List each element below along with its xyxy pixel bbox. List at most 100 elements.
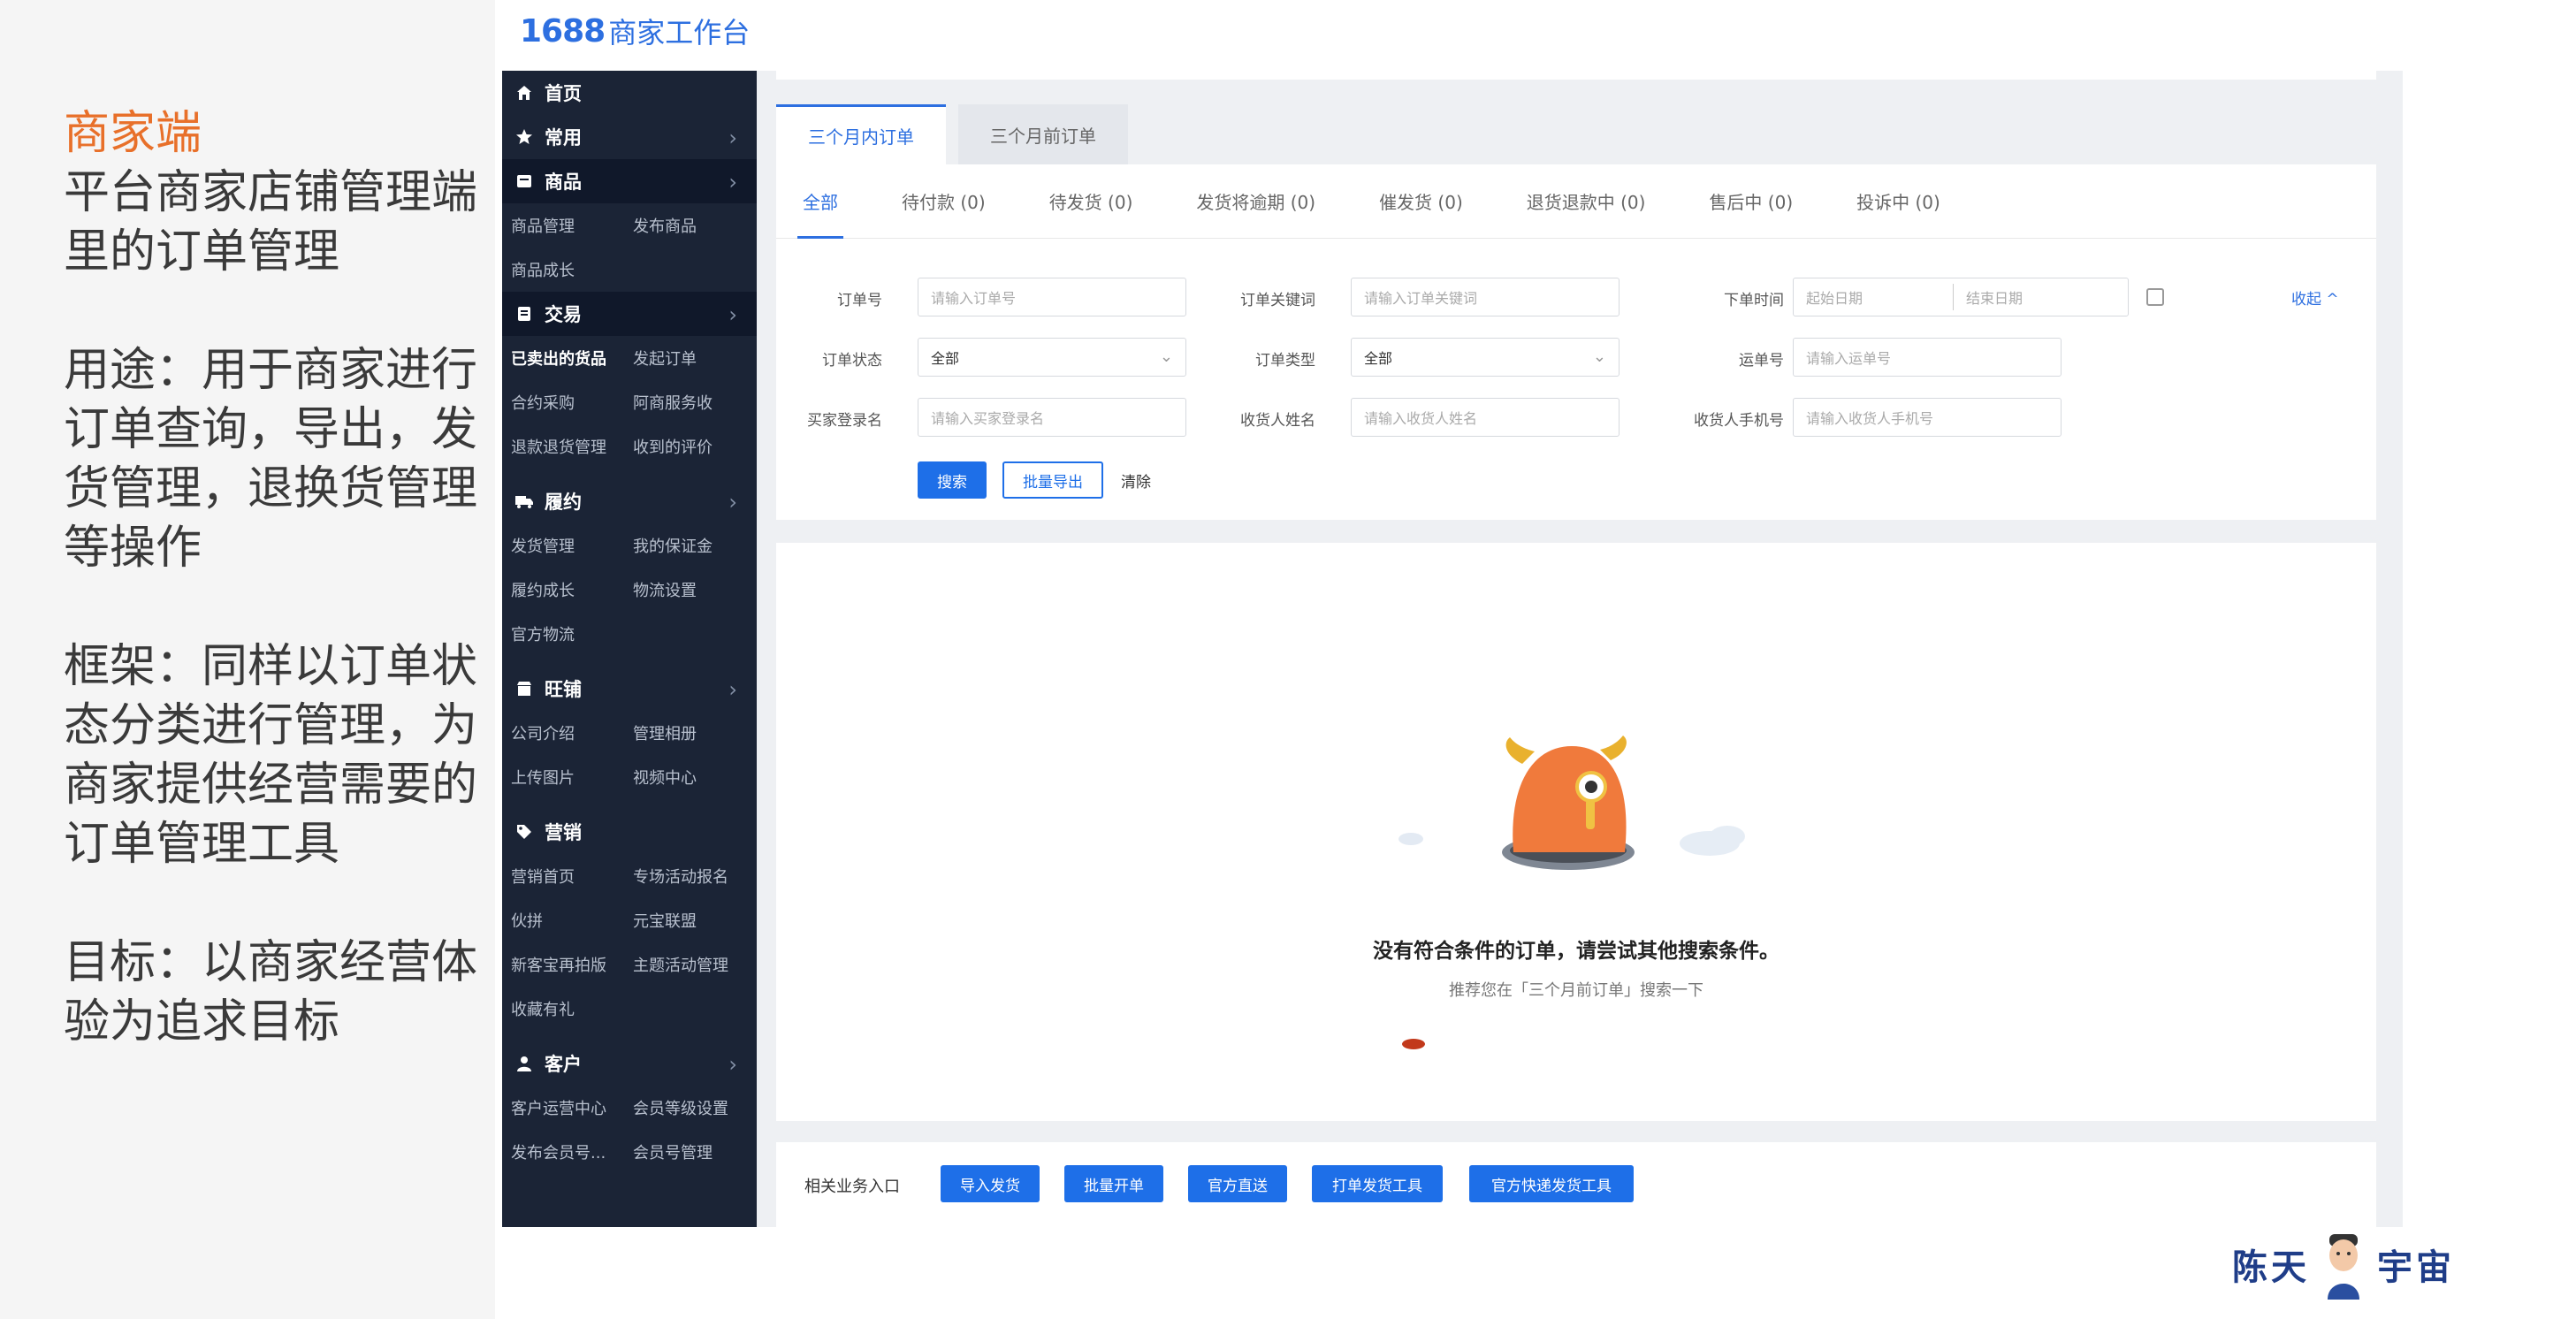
sidebar: 首页 常用 › 商品 › 商品管理 发布商品 商品成长 交易 › 已卖出的货品 … — [502, 71, 757, 1227]
express-ship-tool-button[interactable]: 官方快递发货工具 — [1469, 1165, 1634, 1202]
tab-recent-orders[interactable]: 三个月内订单 — [776, 104, 946, 164]
order-period-tabs: 三个月内订单 三个月前订单 — [776, 101, 2376, 164]
sidebar-link[interactable]: 管理相册 — [633, 721, 755, 744]
sidebar-link[interactable]: 伙拼 — [511, 909, 633, 932]
buyer-input[interactable]: 请输入买家登录名 — [918, 398, 1186, 437]
waybill-input[interactable]: 请输入运单号 — [1793, 338, 2062, 377]
sidebar-item-trade[interactable]: 交易 › — [502, 292, 757, 336]
sidebar-link[interactable]: 合约采购 — [511, 391, 633, 414]
slide-usage: 用途：用于商家进行订单查询，导出，发货管理，退换货管理等操作 — [64, 344, 478, 575]
status-tabs: 全部 待付款 (0) 待发货 (0) 发货将逾期 (0) 催发货 (0) 退货退… — [776, 164, 2376, 239]
chevron-down-icon: ⌄ — [1592, 347, 1606, 366]
slide-goal: 目标：以商家经营体验为追求目标 — [64, 936, 478, 1048]
chevron-down-icon: ⌄ — [1159, 347, 1173, 366]
tab-older-orders[interactable]: 三个月前订单 — [958, 104, 1128, 164]
chevron-right-icon: › — [728, 1052, 737, 1077]
sidebar-link[interactable]: 退款退货管理 — [511, 435, 633, 458]
order-no-input[interactable]: 请输入订单号 — [918, 278, 1186, 316]
print-ship-tool-button[interactable]: 打单发货工具 — [1312, 1165, 1443, 1202]
sidebar-link[interactable]: 客户运营中心 — [511, 1096, 633, 1119]
clear-button[interactable]: 清除 — [1114, 461, 1158, 499]
sidebar-link[interactable]: 主题活动管理 — [633, 953, 755, 976]
tag-icon — [514, 822, 534, 842]
status-tab-pending-payment[interactable]: 待付款 (0) — [902, 164, 986, 239]
order-time-range[interactable]: 起始日期 结束日期 — [1793, 278, 2129, 316]
sidebar-label: 旺铺 — [545, 679, 582, 700]
status-select[interactable]: 全部 ⌄ — [918, 338, 1186, 377]
sidebar-link[interactable]: 收到的评价 — [633, 435, 755, 458]
product-icon — [514, 172, 534, 191]
sidebar-label: 营销 — [545, 822, 582, 843]
sidebar-link[interactable]: 营销首页 — [511, 865, 633, 888]
brand-name: 商家工作台 — [608, 16, 751, 50]
star-icon — [514, 127, 534, 147]
status-tab-shipment-overdue[interactable]: 发货将逾期 (0) — [1196, 164, 1315, 239]
type-select-value: 全部 — [1364, 350, 1393, 367]
type-select[interactable]: 全部 ⌄ — [1351, 338, 1620, 377]
status-tab-aftersale[interactable]: 售后中 (0) — [1709, 164, 1793, 239]
export-button[interactable]: 批量导出 — [1002, 461, 1103, 499]
sidebar-link[interactable]: 商品成长 — [511, 258, 633, 281]
sidebar-item-home[interactable]: 首页 — [502, 71, 757, 115]
sidebar-link[interactable]: 发货管理 — [511, 534, 633, 557]
sidebar-link[interactable]: 上传图片 — [511, 766, 633, 789]
sidebar-link[interactable]: 发布会员号... — [511, 1140, 633, 1163]
sidebar-link[interactable]: 专场活动报名 — [633, 865, 755, 888]
sidebar-label: 履约 — [545, 492, 582, 513]
chevron-right-icon: › — [728, 170, 737, 194]
sidebar-link[interactable]: 官方物流 — [511, 622, 633, 645]
status-select-value: 全部 — [931, 350, 960, 367]
sidebar-link[interactable]: 新客宝再拍版 — [511, 953, 633, 976]
slide-description: 平台商家店铺管理端里的订单管理 — [64, 166, 478, 278]
stray-mark-icon — [1402, 1039, 1425, 1049]
chevron-right-icon: › — [728, 126, 737, 150]
batch-invoice-button[interactable]: 批量开单 — [1064, 1165, 1163, 1202]
sidebar-link[interactable]: 视频中心 — [633, 766, 755, 789]
sidebar-link[interactable]: 商品管理 — [511, 214, 633, 237]
chevron-right-icon: › — [728, 490, 737, 515]
top-strip — [776, 71, 2376, 80]
empty-state-title: 没有符合条件的订单，请尝试其他搜索条件。 — [1373, 940, 1780, 963]
status-tab-complaint[interactable]: 投诉中 (0) — [1856, 164, 1940, 239]
sidebar-link[interactable]: 收藏有礼 — [511, 997, 633, 1020]
sidebar-link[interactable]: 发起订单 — [633, 347, 755, 370]
status-tab-urge-shipment[interactable]: 催发货 (0) — [1379, 164, 1463, 239]
calendar-icon[interactable] — [2146, 288, 2164, 306]
collapse-toggle[interactable]: 收起 ^ — [2291, 286, 2339, 309]
start-date[interactable]: 起始日期 — [1794, 286, 1953, 308]
sidebar-link[interactable]: 阿商服务收 — [633, 391, 755, 414]
sidebar-link[interactable]: 会员等级设置 — [633, 1096, 755, 1119]
end-date[interactable]: 结束日期 — [1954, 286, 2113, 308]
empty-state-subtitle: 推荐您在「三个月前订单」搜索一下 — [1449, 981, 1703, 1000]
sidebar-link[interactable]: 物流设置 — [633, 578, 755, 601]
official-delivery-button[interactable]: 官方直送 — [1188, 1165, 1287, 1202]
import-shipment-button[interactable]: 导入发货 — [941, 1165, 1040, 1202]
sidebar-link[interactable]: 我的保证金 — [633, 534, 755, 557]
keyword-input[interactable]: 请输入订单关键词 — [1351, 278, 1620, 316]
sidebar-link-active[interactable]: 已卖出的货品 — [511, 347, 633, 370]
search-button[interactable]: 搜索 — [918, 461, 987, 499]
sidebar-item-product[interactable]: 商品 › — [502, 159, 757, 203]
sidebar-item-common[interactable]: 常用 › — [502, 115, 757, 159]
avatar-icon — [2328, 1234, 2359, 1300]
sidebar-item-shop[interactable]: 旺铺 › — [502, 667, 757, 711]
watermark-right: 宇宙 — [2377, 1247, 2455, 1288]
truck-icon — [514, 492, 534, 511]
sidebar-link[interactable]: 会员号管理 — [633, 1140, 755, 1163]
sidebar-item-marketing[interactable]: 营销 — [502, 810, 757, 854]
sidebar-item-fulfill[interactable]: 履约 › — [502, 479, 757, 523]
sidebar-item-customer[interactable]: 客户 › — [502, 1041, 757, 1086]
sidebar-link[interactable]: 发布商品 — [633, 214, 755, 237]
status-tab-all[interactable]: 全部 — [797, 164, 843, 239]
phone-input[interactable]: 请输入收货人手机号 — [1793, 398, 2062, 437]
chevron-right-icon: › — [728, 302, 737, 327]
sidebar-link[interactable]: 履约成长 — [511, 578, 633, 601]
receiver-input[interactable]: 请输入收货人姓名 — [1351, 398, 1620, 437]
status-tab-pending-shipment[interactable]: 待发货 (0) — [1049, 164, 1133, 239]
filter-row: 买家登录名 请输入买家登录名 收货人姓名 请输入收货人姓名 收货人手机号 请输入… — [776, 398, 2376, 437]
status-tab-refund[interactable]: 退货退款中 (0) — [1527, 164, 1646, 239]
order-no-label: 订单号 — [837, 292, 882, 309]
sidebar-link[interactable]: 元宝联盟 — [633, 909, 755, 932]
sidebar-link[interactable]: 公司介绍 — [511, 721, 633, 744]
filter-panel: 全部 待付款 (0) 待发货 (0) 发货将逾期 (0) 催发货 (0) 退货退… — [776, 164, 2376, 520]
